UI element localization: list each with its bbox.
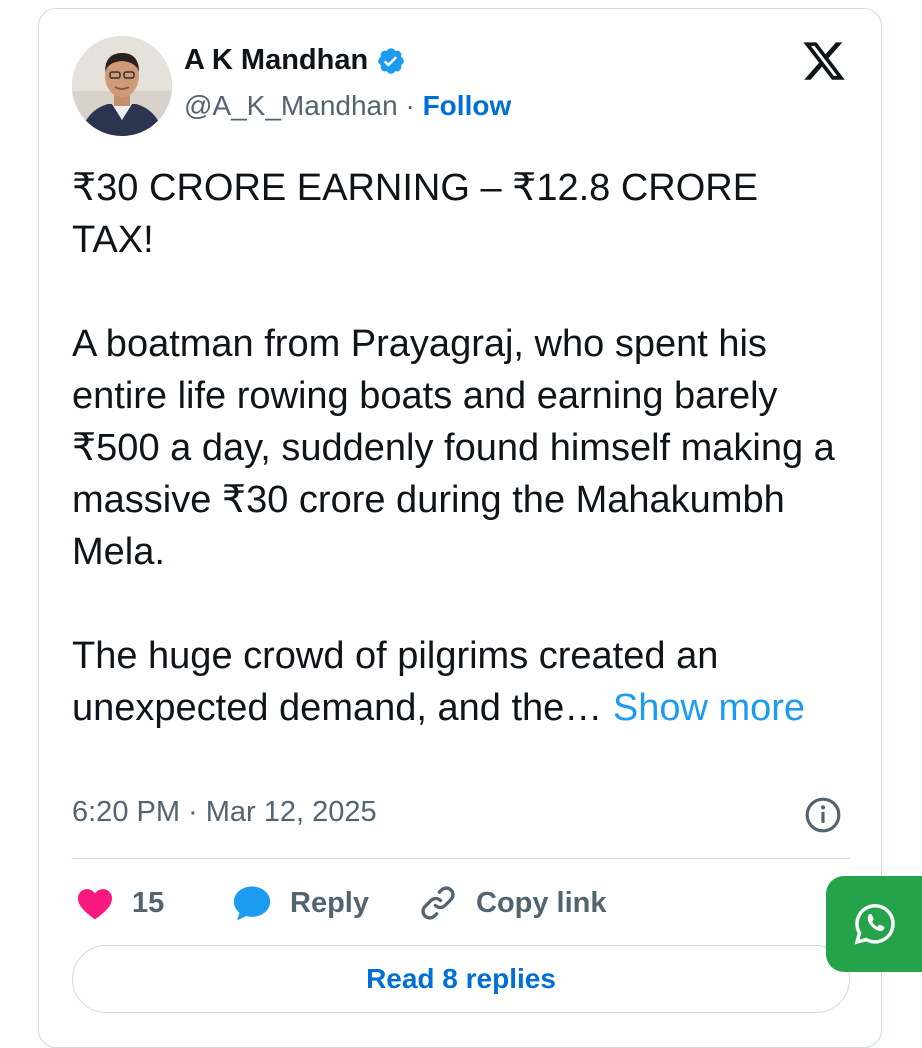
person-photo-icon [72,36,172,136]
tweet-headline: ₹30 CRORE EARNING – ₹12.8 CRORE TAX! [72,167,759,261]
author-name[interactable]: A K Mandhan [184,44,368,77]
whatsapp-share-button[interactable] [826,876,922,972]
whatsapp-icon [854,904,895,945]
author-name-row[interactable]: A K Mandhan [184,44,406,77]
reply-bubble-icon [233,886,271,921]
separator-dot: · [405,90,415,121]
copy-link-label: Copy link [476,886,607,919]
show-more-link[interactable]: Show more [613,687,805,729]
avatar[interactable] [72,36,172,136]
follow-button[interactable]: Follow [423,90,512,121]
handle-row: @A_K_Mandhan · Follow [184,90,511,122]
tweet-paragraph-2-wrapper: The huge crowd of pilgrims created an un… [72,630,842,734]
tweet-timestamp[interactable]: 6:20 PM · Mar 12, 2025 [72,796,377,829]
divider [72,858,850,859]
heart-icon [78,889,112,920]
like-count: 15 [132,886,165,919]
link-icon [421,886,455,920]
copy-link-button[interactable]: Copy link [418,880,607,926]
info-icon[interactable] [804,796,842,834]
read-replies-button[interactable]: Read 8 replies [72,945,850,1013]
author-handle[interactable]: @A_K_Mandhan [184,90,398,121]
reply-label: Reply [290,886,369,919]
like-button[interactable]: 15 [76,880,164,926]
tweet-text: ₹30 CRORE EARNING – ₹12.8 CRORE TAX! A b… [72,162,842,734]
verified-badge-icon [378,47,405,74]
tweet-paragraph-1: A boatman from Prayagraj, who spent his … [72,323,835,573]
x-logo-icon[interactable] [800,38,848,84]
reply-button[interactable]: Reply [232,880,369,926]
